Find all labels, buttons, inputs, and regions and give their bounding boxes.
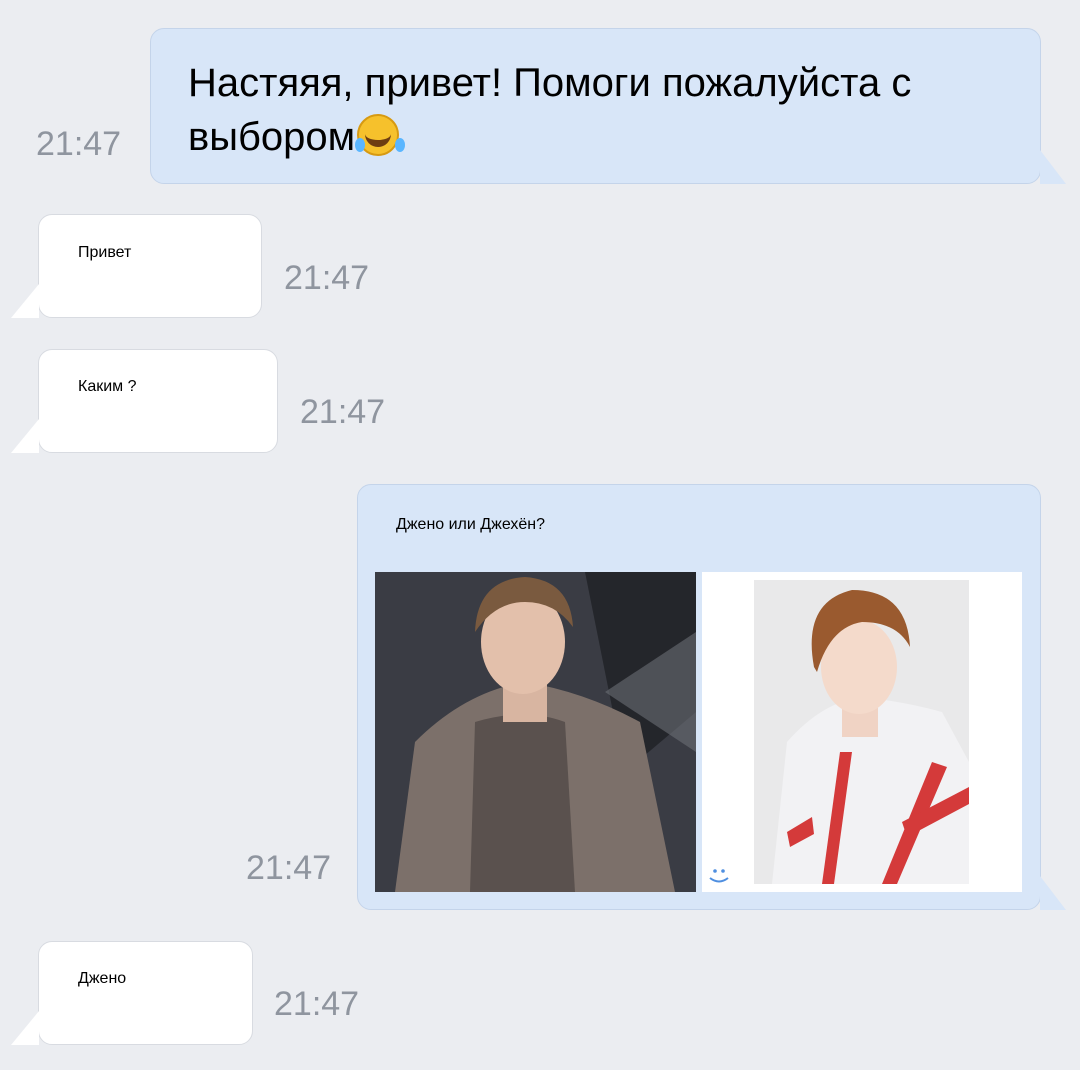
bubble-tail [11, 1011, 39, 1045]
message-text: Каким ? [78, 378, 137, 395]
message-text: Джено [78, 970, 127, 987]
message-text-line1: Настяяя, привет! Помоги пожалуйста с [188, 61, 912, 105]
message-text: Джено или Джехён? [396, 516, 545, 533]
message-timestamp: 21:47 [300, 393, 386, 431]
bubble-tail [1040, 150, 1066, 184]
photo-attachment-1[interactable] [375, 572, 696, 892]
message-timestamp: 21:47 [284, 259, 370, 297]
photo-person-2 [702, 572, 1022, 892]
message-text-line2: выбором [188, 115, 356, 159]
message-timestamp: 21:47 [246, 849, 332, 887]
message-timestamp: 21:47 [274, 985, 360, 1023]
bubble-tail [1040, 876, 1066, 910]
photo-attachment-2[interactable] [702, 572, 1022, 892]
message-timestamp: 21:47 [36, 125, 122, 163]
photo-person-1 [375, 572, 696, 892]
message-text: Привет [78, 244, 132, 261]
message-text: Настяяя, привет! Помоги пожалуйста с выб… [188, 56, 911, 164]
bubble-tail [11, 419, 39, 453]
face-with-tears-of-joy-icon [355, 114, 400, 156]
message-bubble-incoming-1[interactable] [38, 214, 262, 318]
message-bubble-incoming-2[interactable] [38, 349, 278, 453]
bubble-tail [11, 284, 39, 318]
message-bubble-incoming-3[interactable] [38, 941, 253, 1045]
